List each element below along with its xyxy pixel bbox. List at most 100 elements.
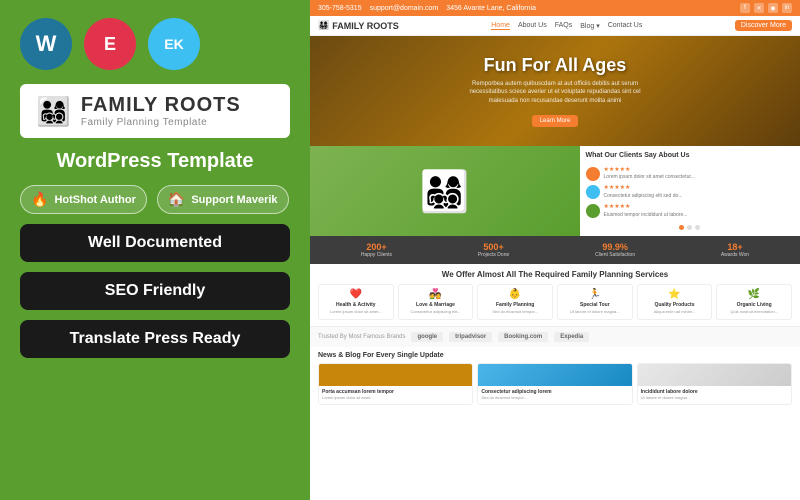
support-label: Support Maverik bbox=[191, 194, 277, 206]
stat-2-number: 500+ bbox=[478, 242, 509, 252]
stat-2: 500+ Projects Done bbox=[478, 242, 509, 258]
testimonial-3-text: Eiusmod tempor incididunt ut labore... bbox=[604, 212, 688, 219]
house-icon: 🏠 bbox=[168, 191, 185, 208]
wordpress-icon: W bbox=[20, 18, 72, 70]
stat-3-number: 99.9% bbox=[595, 242, 635, 252]
facebook-icon[interactable]: f bbox=[740, 3, 750, 13]
logo-title: FAMILY ROOTS bbox=[81, 94, 241, 117]
blog-card-3[interactable]: Incididunt labore dolore Ut labore et do… bbox=[637, 363, 792, 405]
elementor-icon: E bbox=[84, 18, 136, 70]
nav-home[interactable]: Home bbox=[491, 22, 510, 30]
service-card-6: 🌿 Organic Living Quis nostrud exercitati… bbox=[716, 284, 792, 320]
translate-press-button[interactable]: Translate Press Ready bbox=[20, 320, 290, 358]
left-panel: W E EK 👨‍👩‍👧‍👦 FAMILY ROOTS Family Plann… bbox=[0, 0, 310, 500]
testimonial-1-stars: ★★★★★ bbox=[604, 167, 695, 175]
blog-card-2[interactable]: Consectetur adipiscing lorem Sed do eius… bbox=[477, 363, 632, 405]
nav-cta-button[interactable]: Discover More bbox=[735, 20, 792, 31]
dot-1[interactable] bbox=[679, 225, 684, 230]
blog-card-2-title: Consectetur adipiscing lorem bbox=[481, 389, 628, 395]
topbar-email: support@domain.com bbox=[370, 5, 439, 12]
brands-bar: Trusted By Most Famous Brands google tri… bbox=[310, 326, 800, 347]
brands-label: Trusted By Most Famous Brands bbox=[318, 334, 405, 340]
service-2-name: Love & Marriage bbox=[403, 302, 469, 308]
service-1-desc: Lorem ipsum dolor sit amet... bbox=[323, 310, 389, 315]
service-5-name: Quality Products bbox=[642, 302, 708, 308]
blog-card-3-desc: Ut labore et dolore magna... bbox=[641, 396, 788, 401]
dot-2[interactable] bbox=[687, 225, 692, 230]
brand-logo-4: Expedia bbox=[554, 332, 589, 342]
support-maverik-badge: 🏠 Support Maverik bbox=[157, 185, 289, 214]
hero-title: Fun For All Ages bbox=[455, 55, 655, 76]
testimonial-3: ★★★★★ Eiusmod tempor incididunt ut labor… bbox=[586, 204, 795, 218]
nav-logo-icon: 👨‍👩‍👧‍👦 bbox=[318, 20, 329, 31]
service-card-2: 💑 Love & Marriage Consectetur adipiscing… bbox=[398, 284, 474, 320]
blog-card-2-image bbox=[478, 364, 631, 386]
services-title: We Offer Almost All The Required Family … bbox=[318, 270, 792, 279]
hero-cta-button[interactable]: Learn More bbox=[532, 115, 579, 127]
service-1-name: Health & Activity bbox=[323, 302, 389, 308]
brand-logo-3: Booking.com bbox=[498, 332, 548, 342]
logo-subtitle: Family Planning Template bbox=[81, 117, 241, 128]
hero-description: Remporbea autem quibuscdam at aut offici… bbox=[455, 80, 655, 105]
service-3-icon: 👶 bbox=[482, 289, 548, 300]
testimonial-3-stars: ★★★★★ bbox=[604, 204, 688, 212]
mid-section: 👨‍👩‍👧‍👦 What Our Clients Say About Us ★★… bbox=[310, 146, 800, 236]
nav-links: Home About Us FAQs Blog ▾ Contact Us bbox=[491, 22, 642, 30]
family-silhouette-icon: 👨‍👩‍👧‍👦 bbox=[420, 168, 470, 215]
nav-faqs[interactable]: FAQs bbox=[555, 22, 573, 30]
service-6-name: Organic Living bbox=[721, 302, 787, 308]
service-3-desc: Sed do eiusmod tempor... bbox=[482, 310, 548, 315]
stats-bar: 200+ Happy Clients 500+ Projects Done 99… bbox=[310, 236, 800, 264]
stat-4: 18+ Awards Won bbox=[721, 242, 749, 258]
site-navbar: 👨‍👩‍👧‍👦 FAMILY ROOTS Home About Us FAQs … bbox=[310, 16, 800, 36]
author-badges-row: 🔥 HotShot Author 🏠 Support Maverik bbox=[20, 185, 290, 214]
stat-3: 99.9% Client Satisfaction bbox=[595, 242, 635, 258]
seo-friendly-button[interactable]: SEO Friendly bbox=[20, 272, 290, 310]
service-4-desc: Ut labore et dolore magna... bbox=[562, 310, 628, 315]
linkedin-icon[interactable]: in bbox=[782, 3, 792, 13]
nav-blog[interactable]: Blog ▾ bbox=[580, 22, 599, 30]
blog-card-1-title: Porta accumsan lorem tempor bbox=[322, 389, 469, 395]
service-card-5: ⭐ Quality Products Aliqua enim ad minim.… bbox=[637, 284, 713, 320]
stat-4-number: 18+ bbox=[721, 242, 749, 252]
stat-2-label: Projects Done bbox=[478, 252, 509, 258]
testimonial-2-stars: ★★★★★ bbox=[604, 185, 683, 193]
twitter-icon[interactable]: ✕ bbox=[754, 3, 764, 13]
hero-content: Fun For All Ages Remporbea autem quibusc… bbox=[455, 55, 655, 127]
services-section: We Offer Almost All The Required Family … bbox=[310, 264, 800, 326]
well-documented-button[interactable]: Well Documented bbox=[20, 224, 290, 262]
right-panel-mockup: 305-758-5315 support@domain.com 3456 Ava… bbox=[310, 0, 800, 500]
blog-card-1-image bbox=[319, 364, 472, 386]
instagram-icon[interactable]: ◉ bbox=[768, 3, 778, 13]
testimonial-1-text: Lorem ipsum dolor sit amet consectetur..… bbox=[604, 174, 695, 181]
testimonial-1: ★★★★★ Lorem ipsum dolor sit amet consect… bbox=[586, 167, 795, 181]
family-photo: 👨‍👩‍👧‍👦 bbox=[310, 146, 580, 236]
nav-about[interactable]: About Us bbox=[518, 22, 547, 30]
hero-section: Fun For All Ages Remporbea autem quibusc… bbox=[310, 36, 800, 146]
website-mockup: 305-758-5315 support@domain.com 3456 Ava… bbox=[310, 0, 800, 500]
service-card-4: 🏃 Special Tour Ut labore et dolore magna… bbox=[557, 284, 633, 320]
blog-card-3-title: Incididunt labore dolore bbox=[641, 389, 788, 395]
services-grid: ❤️ Health & Activity Lorem ipsum dolor s… bbox=[318, 284, 792, 320]
service-5-desc: Aliqua enim ad minim... bbox=[642, 310, 708, 315]
topbar-address: 3456 Avante Lane, California bbox=[446, 5, 536, 12]
service-4-name: Special Tour bbox=[562, 302, 628, 308]
stat-3-label: Client Satisfaction bbox=[595, 252, 635, 258]
testimonials-title: What Our Clients Say About Us bbox=[586, 152, 795, 159]
nav-contact[interactable]: Contact Us bbox=[608, 22, 643, 30]
testimonial-1-avatar bbox=[586, 167, 600, 181]
service-6-icon: 🌿 bbox=[721, 289, 787, 300]
testimonial-2-avatar bbox=[586, 185, 600, 199]
dot-3[interactable] bbox=[695, 225, 700, 230]
service-card-3: 👶 Family Planning Sed do eiusmod tempor.… bbox=[477, 284, 553, 320]
stat-1-number: 200+ bbox=[361, 242, 392, 252]
brand-logo-2: tripadvisor bbox=[449, 332, 492, 342]
testimonials-column: What Our Clients Say About Us ★★★★★ Lore… bbox=[580, 146, 800, 236]
service-4-icon: 🏃 bbox=[562, 289, 628, 300]
service-6-desc: Quis nostrud exercitation... bbox=[721, 310, 787, 315]
nav-logo: 👨‍👩‍👧‍👦 FAMILY ROOTS bbox=[318, 20, 399, 31]
blog-card-1[interactable]: Porta accumsan lorem tempor Lorem ipsum … bbox=[318, 363, 473, 405]
testimonial-2-text: Consectetur adipiscing elit sed do... bbox=[604, 193, 683, 200]
service-card-1: ❤️ Health & Activity Lorem ipsum dolor s… bbox=[318, 284, 394, 320]
stat-1: 200+ Happy Clients bbox=[361, 242, 392, 258]
